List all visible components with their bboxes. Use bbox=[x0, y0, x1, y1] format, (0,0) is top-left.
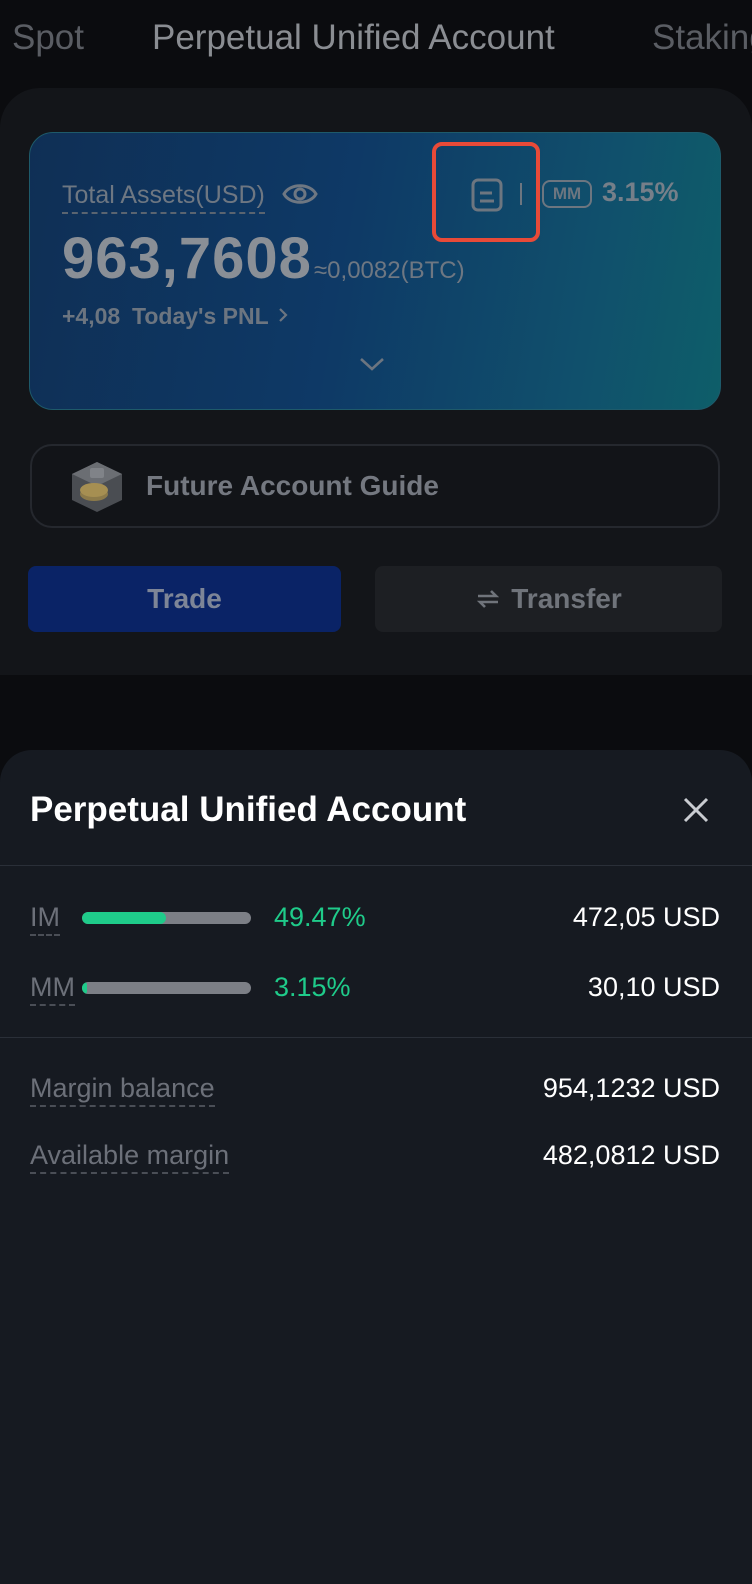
divider bbox=[0, 865, 752, 866]
guide-illustration-icon bbox=[72, 462, 122, 512]
margin-balance-label[interactable]: Margin balance bbox=[30, 1073, 215, 1107]
mm-badge: MM bbox=[542, 180, 592, 208]
margin-balance-value: 954,1232 USD bbox=[542, 1073, 720, 1103]
tab-perpetual-unified-account[interactable]: Perpetual Unified Account bbox=[152, 18, 555, 58]
transfer-label: Transfer bbox=[511, 583, 622, 614]
screen: Spot Perpetual Unified Account Staking T… bbox=[0, 0, 752, 1584]
account-tabs: Spot Perpetual Unified Account Staking bbox=[0, 0, 752, 80]
mm-progress-bar bbox=[82, 982, 251, 994]
close-icon[interactable] bbox=[680, 794, 712, 826]
available-margin-label[interactable]: Available margin bbox=[30, 1140, 230, 1174]
trade-button[interactable]: Trade bbox=[28, 566, 341, 632]
mm-amount: 30,10 USD bbox=[587, 972, 720, 1002]
guide-label: Future Account Guide bbox=[146, 470, 439, 501]
tab-spot[interactable]: Spot bbox=[12, 18, 84, 58]
pnl-label[interactable]: Today's PNL bbox=[132, 303, 269, 330]
total-assets-label[interactable]: Total Assets(USD) bbox=[62, 181, 265, 214]
mm-label[interactable]: MM bbox=[30, 972, 75, 1006]
mm-ratio-value[interactable]: 3.15% bbox=[602, 177, 679, 208]
sheet-title: Perpetual Unified Account bbox=[30, 790, 467, 829]
im-progress-bar bbox=[82, 912, 251, 924]
im-label[interactable]: IM bbox=[30, 902, 60, 936]
total-assets-value: 963,7608 bbox=[62, 226, 312, 291]
chevron-down-icon[interactable] bbox=[358, 355, 386, 373]
divider bbox=[0, 1037, 752, 1038]
chevron-right-icon[interactable] bbox=[276, 305, 290, 325]
highlight-box bbox=[432, 142, 540, 242]
im-progress-fill bbox=[82, 912, 166, 924]
pnl-value: +4,08 bbox=[62, 303, 121, 329]
mm-progress-fill bbox=[82, 982, 88, 994]
transfer-button[interactable]: Transfer bbox=[375, 566, 722, 632]
total-assets-card: Total Assets(USD) 963,7608 ≈0,0082(BTC) … bbox=[29, 132, 721, 410]
transfer-icon bbox=[477, 589, 500, 608]
available-margin-value: 482,0812 USD bbox=[542, 1140, 720, 1170]
im-amount: 472,05 USD bbox=[572, 902, 720, 932]
im-percent: 49.47% bbox=[274, 902, 366, 932]
eye-icon[interactable] bbox=[282, 179, 318, 209]
future-account-guide[interactable]: Future Account Guide bbox=[30, 444, 720, 528]
tab-staking[interactable]: Staking bbox=[652, 18, 752, 58]
account-details-sheet: Perpetual Unified Account IM 49.47% 472,… bbox=[0, 750, 752, 1584]
mm-percent: 3.15% bbox=[274, 972, 351, 1002]
btc-equivalent: ≈0,0082(BTC) bbox=[314, 257, 465, 284]
